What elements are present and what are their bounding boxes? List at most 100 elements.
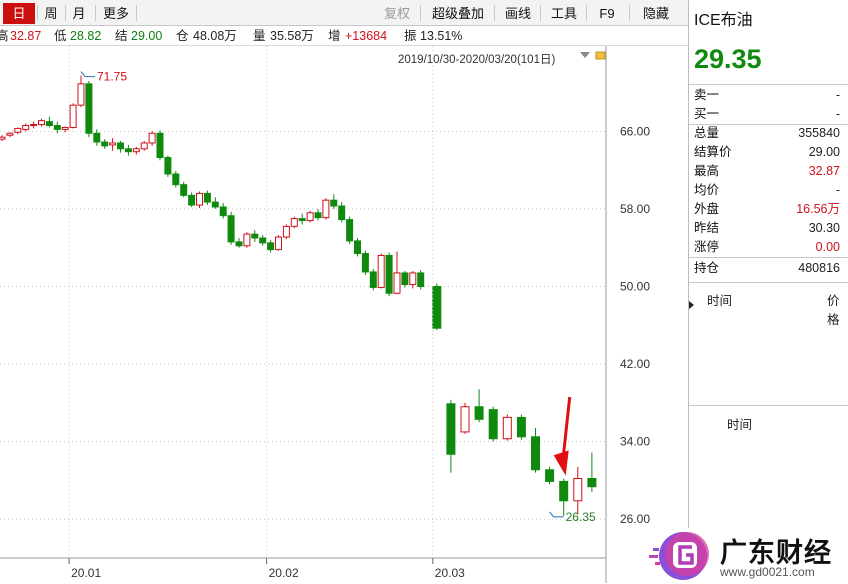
volume-value: 35.58万 (270, 29, 314, 43)
candle-body (188, 194, 196, 206)
candle-body (259, 237, 267, 244)
candle-body (290, 218, 298, 227)
candle-body (251, 233, 259, 239)
tab-more[interactable]: 更多 (99, 4, 133, 23)
last-price: 29.35 (694, 44, 762, 74)
candle-body (180, 184, 188, 196)
candle-body (409, 272, 417, 286)
candle-body (346, 219, 354, 242)
overlay-button[interactable]: 超级叠加 (428, 4, 488, 23)
quote-row: 持仓 480816 (689, 259, 848, 278)
tab-month[interactable]: 月 (67, 4, 91, 23)
candle-body (354, 240, 361, 255)
logo-url: www.gd0021.com (720, 565, 815, 579)
candle-body (559, 480, 569, 502)
settle-value: 29.00 (131, 29, 163, 43)
x-tick-label: 20.03 (435, 566, 465, 580)
expand-triangle-icon[interactable] (689, 301, 694, 309)
high-value: 32.87 (10, 29, 42, 43)
quote-row: 最高 32.87 (689, 162, 848, 181)
quote-row-label: 结算价 (694, 145, 732, 159)
x-tick-label: 20.01 (71, 566, 101, 580)
candle-body (460, 406, 470, 433)
quote-row-value: 32.87 (808, 164, 840, 178)
candle-body (235, 241, 243, 247)
candle-body (203, 192, 211, 203)
candle-body (140, 142, 148, 150)
quote-row-value: 16.56万 (796, 202, 840, 216)
oi-label: 仓 (176, 29, 189, 43)
candle-body (164, 157, 172, 175)
candle-body (132, 148, 140, 153)
quote-row-value: - (835, 107, 840, 121)
quote-row: 结算价 29.00 (689, 143, 848, 162)
candle-body (172, 173, 180, 186)
y-tick-label: 34.00 (620, 435, 650, 449)
separator (540, 5, 541, 21)
candle-body (338, 205, 346, 221)
candle-body (385, 254, 393, 294)
candle-body (109, 142, 117, 146)
quote-row-value: 29.00 (808, 145, 840, 159)
separator (586, 5, 587, 21)
adjust-button[interactable]: 复权 (380, 4, 414, 23)
tools-button[interactable]: 工具 (548, 4, 580, 23)
amplitude-value: 13.51% (420, 29, 463, 43)
time-column-header-2: 时间 (727, 418, 753, 432)
candle-body (0, 136, 6, 140)
tab-week[interactable]: 周 (39, 4, 63, 23)
candle-body (30, 124, 38, 127)
separator (136, 5, 137, 21)
oi-value: 48.08万 (193, 29, 237, 43)
candle-body (227, 215, 235, 243)
tab-day[interactable]: 日 (3, 3, 35, 24)
divider (689, 84, 848, 85)
date-range-label: 2019/10/30-2020/03/20(101日) (398, 54, 556, 66)
quote-panel: ICE布油 29.35 卖一 - 买一 - 总量 355840 结算价 29.00 最高 32.8… (688, 0, 848, 583)
y-tick-label: 42.00 (620, 357, 650, 371)
hide-button[interactable]: 隐藏 (636, 4, 676, 23)
quote-row-label: 昨结 (694, 221, 720, 235)
quote-row-label: 外盘 (694, 202, 720, 216)
quote-row-value: 480816 (798, 261, 840, 275)
candle-body (298, 218, 306, 222)
candle-body (124, 148, 132, 153)
candle-body (61, 126, 69, 130)
draw-line-button[interactable]: 画线 (502, 4, 534, 23)
settle-label: 结 (115, 29, 128, 43)
quote-row: 外盘 16.56万 (689, 200, 848, 219)
candle-body (446, 403, 456, 455)
separator (420, 5, 421, 21)
divider (689, 257, 848, 258)
candle-body (45, 121, 53, 127)
low-label: 低 (54, 29, 67, 43)
candle-body (314, 212, 322, 219)
time-column-header: 时间 (707, 294, 733, 308)
price-summary-bar: 高 32.87 低 28.82 结 29.00 仓 48.08万 量 35.58… (0, 26, 688, 46)
candle-body (85, 83, 93, 134)
candle-body (6, 132, 14, 136)
candle-body (14, 127, 22, 133)
y-tick-label: 66.00 (620, 124, 650, 138)
candle-body (243, 233, 251, 247)
candle-body (93, 132, 101, 143)
candle-body (432, 285, 442, 329)
candle-body (101, 141, 109, 147)
quote-row-label: 卖一 (694, 88, 720, 102)
increase-value: +13684 (345, 29, 388, 43)
f9-button[interactable]: F9 (596, 4, 618, 23)
candle-body (53, 125, 61, 130)
candle-body (516, 416, 526, 438)
max-marker (80, 71, 95, 78)
min-value-label: 26.35 (566, 510, 596, 524)
separator (37, 5, 38, 21)
amplitude-label: 振 (404, 29, 417, 43)
y-tick-label: 50.00 (620, 279, 650, 293)
candle-body (474, 406, 484, 420)
quote-row-value: - (835, 183, 840, 197)
range-dropdown-icon[interactable] (580, 52, 590, 58)
candlestick-chart[interactable]: 66.00 58.00 50.00 42.00 34.00 26.00 20.01 20.02… (0, 46, 688, 583)
candle-body (587, 477, 597, 488)
toolbar: 日 周 月 更多 复权 超级叠加 画线 工具 F9 隐藏 (0, 0, 688, 26)
quote-row-label: 涨停 (694, 240, 720, 254)
